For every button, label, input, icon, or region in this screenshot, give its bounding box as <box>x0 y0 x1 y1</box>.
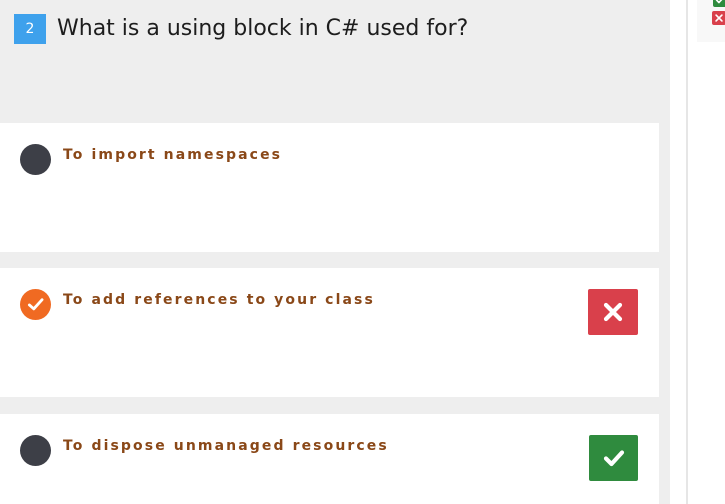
answer-option-label: To dispose unmanaged resources <box>63 438 389 454</box>
answer-option-import-namespaces[interactable]: To import namespaces <box>0 123 659 252</box>
correct-answer-check-icon <box>589 435 638 481</box>
panel-divider <box>686 0 688 504</box>
unselected-radio-icon[interactable] <box>20 144 51 175</box>
answer-option-label: To import namespaces <box>63 147 283 163</box>
question-number-badge: 2 <box>14 14 46 44</box>
mini-correct-check-icon <box>713 0 725 7</box>
answer-option-dispose-resources[interactable]: To dispose unmanaged resources <box>0 414 659 504</box>
unselected-radio-icon[interactable] <box>20 435 51 466</box>
wrong-answer-x-icon <box>588 289 638 335</box>
answer-option-label: To add references to your class <box>63 292 375 308</box>
answer-option-add-references[interactable]: To add references to your class <box>0 268 659 397</box>
quiz-question-panel: 2 What is a using block in C# used for? … <box>0 0 670 504</box>
selected-radio-check-icon[interactable] <box>20 289 51 320</box>
question-title: What is a using block in C# used for? <box>57 16 469 41</box>
mini-wrong-x-icon <box>712 11 725 25</box>
